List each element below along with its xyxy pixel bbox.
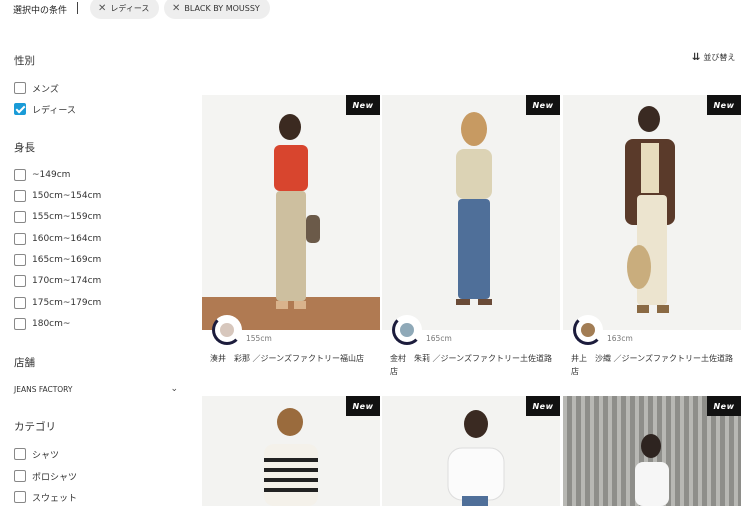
checkbox[interactable] xyxy=(14,169,26,181)
new-badge: New xyxy=(707,95,741,115)
height-option[interactable]: 155cm~159cm xyxy=(14,210,101,224)
option-label: 175cm~179cm xyxy=(32,298,102,308)
option-label: 165cm~169cm xyxy=(32,255,102,265)
checkbox[interactable] xyxy=(14,491,26,503)
option-label: 170cm~174cm xyxy=(32,276,102,286)
coordinate-card[interactable]: New 155cm 湊井 彩那 ／ジーンズファクトリー福山店 xyxy=(202,95,380,385)
outfit-photo[interactable]: New xyxy=(563,396,741,506)
outfit-photo[interactable]: New xyxy=(382,396,560,506)
height-option[interactable]: 180cm~ xyxy=(14,317,70,331)
sort-icon: ⇊ xyxy=(692,52,701,63)
coordinate-card[interactable]: New 165cm 金村 朱莉 ／ジーンズファクトリー土佐道路店 xyxy=(382,95,560,385)
sort-button[interactable]: ⇊ 並び替え xyxy=(692,52,735,63)
checkbox[interactable] xyxy=(14,254,26,266)
checkbox[interactable] xyxy=(14,82,26,94)
gender-option-mens[interactable]: メンズ xyxy=(14,81,59,95)
coordinate-card[interactable]: New xyxy=(202,396,380,506)
new-badge: New xyxy=(526,396,560,416)
model-figure xyxy=(274,114,320,309)
checkbox[interactable] xyxy=(14,211,26,223)
height-option[interactable]: ~149cm xyxy=(14,168,70,182)
checkbox[interactable] xyxy=(14,190,26,202)
sort-label: 並び替え xyxy=(703,53,736,62)
avatar[interactable] xyxy=(392,315,422,345)
new-badge: New xyxy=(346,396,380,416)
new-badge: New xyxy=(346,95,380,115)
chip-label: BLACK BY MOUSSY xyxy=(184,3,260,13)
chevron-down-icon: ⌄ xyxy=(170,384,178,394)
option-label: レディース xyxy=(32,105,76,116)
gender-section-title: 性別 xyxy=(14,55,35,67)
outfit-photo[interactable]: New xyxy=(563,95,741,330)
option-label: シャツ xyxy=(32,450,60,461)
checkbox[interactable] xyxy=(14,275,26,287)
outfit-photo[interactable]: New xyxy=(202,396,380,506)
option-label: 150cm~154cm xyxy=(32,191,102,201)
option-label: 180cm~ xyxy=(32,319,71,329)
coordinate-card[interactable]: New 163cm 井上 沙織 ／ジーンズファクトリー土佐道路店 xyxy=(563,95,741,385)
avatar[interactable] xyxy=(212,315,242,345)
height-option[interactable]: 150cm~154cm xyxy=(14,189,101,203)
staff-height: 163cm xyxy=(607,334,633,343)
category-option[interactable]: ポロシャツ xyxy=(14,469,77,483)
height-option[interactable]: 175cm~179cm xyxy=(14,296,101,310)
option-label: ~149cm xyxy=(32,170,71,180)
option-label: ポロシャツ xyxy=(32,472,78,483)
checkbox[interactable] xyxy=(14,233,26,245)
staff-caption[interactable]: 金村 朱莉 ／ジーンズファクトリー土佐道路店 xyxy=(390,352,558,378)
category-section-title: カテゴリ xyxy=(14,421,56,433)
height-option[interactable]: 170cm~174cm xyxy=(14,274,101,288)
outfit-photo[interactable]: New xyxy=(382,95,560,330)
height-option[interactable]: 160cm~164cm xyxy=(14,232,101,246)
checkbox[interactable] xyxy=(14,297,26,309)
height-section-title: 身長 xyxy=(14,142,35,154)
store-section-title: 店舗 xyxy=(14,357,35,369)
option-label: メンズ xyxy=(32,84,59,95)
outfit-photo[interactable]: New xyxy=(202,95,380,330)
store-select[interactable]: JEANS FACTORY ⌄ xyxy=(14,382,178,396)
gender-option-ladies[interactable]: レディース xyxy=(14,102,76,116)
option-label: スウェット xyxy=(32,493,78,504)
filter-sidebar: 性別 メンズ レディース 身長 ~149cm 150cm~154cm 155cm… xyxy=(0,0,190,506)
option-label: 155cm~159cm xyxy=(32,212,102,222)
category-option[interactable]: スウェット xyxy=(14,490,77,504)
checkbox[interactable] xyxy=(14,448,26,460)
checkbox-checked[interactable] xyxy=(14,103,26,115)
category-option[interactable]: シャツ xyxy=(14,447,59,461)
store-selected-value: JEANS FACTORY xyxy=(14,384,73,394)
staff-caption[interactable]: 湊井 彩那 ／ジーンズファクトリー福山店 xyxy=(210,352,378,365)
option-label: 160cm~164cm xyxy=(32,234,102,244)
height-option[interactable]: 165cm~169cm xyxy=(14,253,101,267)
new-badge: New xyxy=(526,95,560,115)
checkbox[interactable] xyxy=(14,470,26,482)
staff-caption[interactable]: 井上 沙織 ／ジーンズファクトリー土佐道路店 xyxy=(571,352,739,378)
new-badge: New xyxy=(707,396,741,416)
coordinate-card[interactable]: New xyxy=(382,396,560,506)
checkbox[interactable] xyxy=(14,318,26,330)
avatar[interactable] xyxy=(573,315,603,345)
model-figure xyxy=(625,106,675,313)
coordinate-card[interactable]: New xyxy=(563,396,741,506)
model-figure xyxy=(456,112,492,305)
staff-height: 165cm xyxy=(426,334,452,343)
staff-height: 155cm xyxy=(246,334,272,343)
